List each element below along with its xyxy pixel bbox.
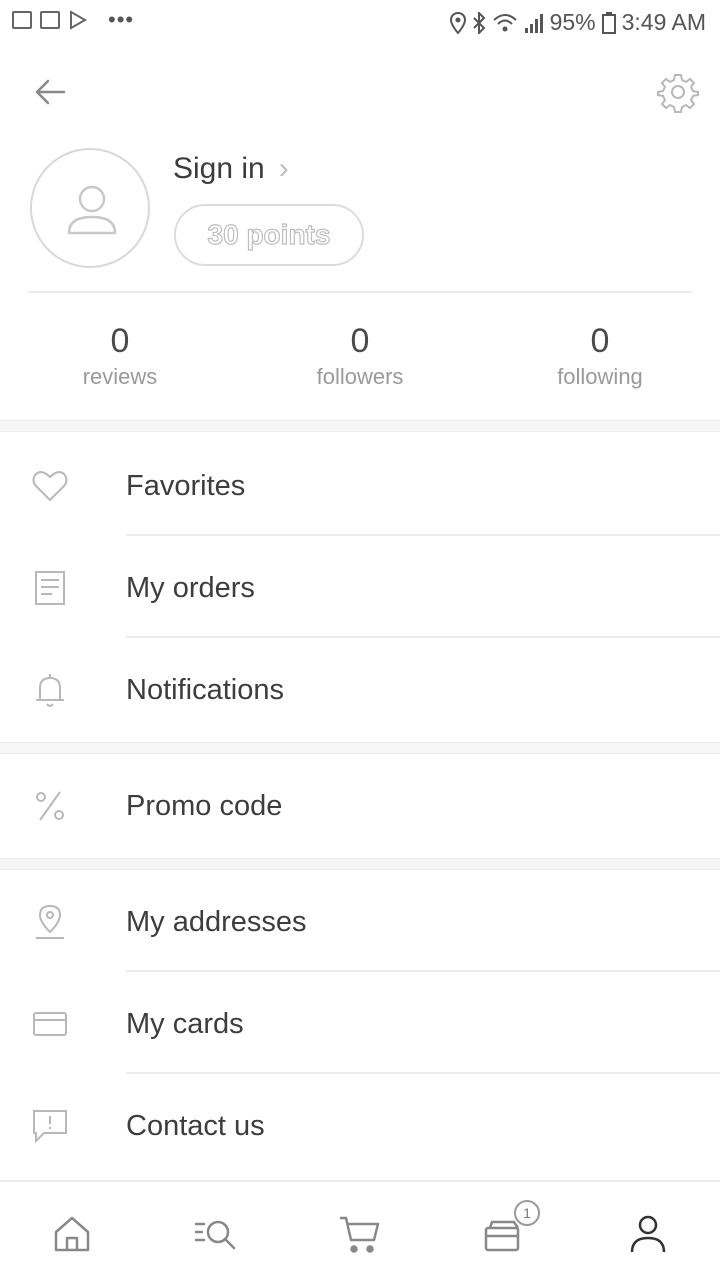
orders-icon — [35, 571, 65, 605]
divider — [126, 534, 720, 536]
stat-followers[interactable]: 0 followers — [260, 320, 460, 390]
stat-reviews[interactable]: 0 reviews — [20, 320, 220, 390]
wifi-icon — [492, 13, 517, 31]
arrow-left-icon — [35, 79, 66, 105]
chat-icon — [33, 1110, 67, 1144]
profile-icon — [630, 1215, 666, 1253]
chevron-right-icon: › — [278, 152, 289, 185]
gallery-notification-icon — [12, 11, 32, 29]
battery-icon — [601, 11, 616, 34]
menu-label-notifications: Notifications — [126, 674, 284, 706]
stat-following[interactable]: 0 following — [500, 320, 700, 390]
menu-item-promo-code[interactable]: Promo code — [0, 756, 720, 856]
menu-item-contact-us[interactable]: Contact us — [0, 1076, 720, 1176]
divider — [126, 970, 720, 972]
reviews-count: 0 — [110, 322, 130, 360]
sign-in-label: Sign in — [173, 152, 265, 185]
nav-cart[interactable] — [336, 1210, 384, 1258]
divider — [28, 291, 692, 293]
settings-button[interactable] — [656, 70, 700, 114]
battery-percent: 95% — [549, 9, 596, 35]
location-icon — [449, 11, 466, 34]
bottom-navigation — [0, 1180, 720, 1280]
avatar[interactable] — [30, 148, 150, 268]
menu-item-favorites[interactable]: Favorites — [0, 436, 720, 536]
stats-row: 0 reviews 0 followers 0 following — [0, 320, 720, 400]
wallet-badge: 1 — [514, 1200, 540, 1226]
user-placeholder-icon — [67, 185, 117, 235]
menu-item-notifications[interactable]: Notifications — [0, 640, 720, 740]
followers-count: 0 — [350, 322, 370, 360]
mail-notification-icon — [40, 11, 60, 29]
nav-catalog[interactable] — [192, 1210, 240, 1258]
signal-icon — [524, 13, 543, 33]
following-count: 0 — [590, 322, 610, 360]
following-label: following — [557, 364, 643, 389]
menu-item-my-addresses[interactable]: My addresses — [0, 872, 720, 972]
followers-label: followers — [316, 364, 404, 389]
menu-label-my-orders: My orders — [126, 572, 255, 604]
nav-home[interactable] — [48, 1210, 96, 1258]
bluetooth-icon — [472, 11, 485, 34]
menu-label-my-addresses: My addresses — [126, 906, 307, 938]
card-icon — [33, 1012, 67, 1036]
divider — [126, 636, 720, 638]
location-pin-icon — [36, 904, 64, 939]
points-label: 30 points — [207, 218, 331, 250]
nav-profile[interactable] — [624, 1210, 672, 1258]
section-divider — [0, 742, 720, 754]
menu-item-my-cards[interactable]: My cards — [0, 974, 720, 1074]
divider — [126, 1072, 720, 1074]
menu-label-favorites: Favorites — [126, 470, 246, 502]
home-icon — [54, 1216, 90, 1252]
percent-icon — [36, 791, 64, 821]
gear-icon — [657, 74, 699, 113]
search-list-icon — [194, 1220, 236, 1250]
bell-icon — [36, 674, 64, 707]
menu-item-my-orders[interactable]: My orders — [0, 538, 720, 638]
section-divider — [0, 420, 720, 432]
status-bar: ••• 95% 3:49 AM — [0, 0, 720, 44]
cart-icon — [340, 1216, 380, 1253]
reviews-label: reviews — [82, 364, 158, 389]
more-notifications-indicator: ••• — [108, 7, 135, 32]
back-button[interactable] — [30, 72, 70, 112]
play-store-notification-icon — [70, 10, 88, 30]
menu-label-promo-code: Promo code — [126, 790, 283, 822]
heart-icon — [32, 471, 68, 501]
points-badge[interactable]: 30 points — [174, 204, 364, 266]
clock: 3:49 AM — [621, 9, 706, 35]
sign-in-link[interactable]: Sign in › — [173, 152, 289, 186]
menu-label-contact-us: Contact us — [126, 1110, 265, 1142]
section-divider — [0, 858, 720, 870]
menu-label-my-cards: My cards — [126, 1008, 244, 1040]
